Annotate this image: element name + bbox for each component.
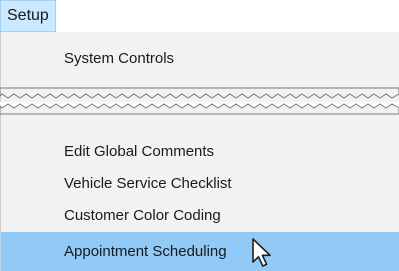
menu-item-edit-global-comments[interactable]: Edit Global Comments [1,136,399,168]
menu-bottom-section: Edit Global Comments Vehicle Service Che… [0,114,399,271]
menu-item-system-controls[interactable]: System Controls [64,50,174,67]
setup-dropdown-bottom: Edit Global Comments Vehicle Service Che… [0,114,399,271]
menu-item-customer-color-coding[interactable]: Customer Color Coding [1,200,399,232]
setup-menu-label: Setup [7,7,49,24]
menu-item-appointment-scheduling[interactable]: Appointment Scheduling [1,232,399,271]
menu-top-section: Setup System Controls [0,0,399,102]
menu-item-vehicle-service-checklist[interactable]: Vehicle Service Checklist [1,168,399,200]
mouse-pointer-icon [252,238,271,267]
menu-item-label: Edit Global Comments [64,143,215,160]
menu-item-label: Vehicle Service Checklist [64,175,232,192]
menu-item-label: Customer Color Coding [64,207,221,224]
torn-edge-bottom [0,103,399,115]
menu-item-label: Appointment Scheduling [64,243,227,260]
setup-menu-tab[interactable]: Setup [0,0,56,32]
